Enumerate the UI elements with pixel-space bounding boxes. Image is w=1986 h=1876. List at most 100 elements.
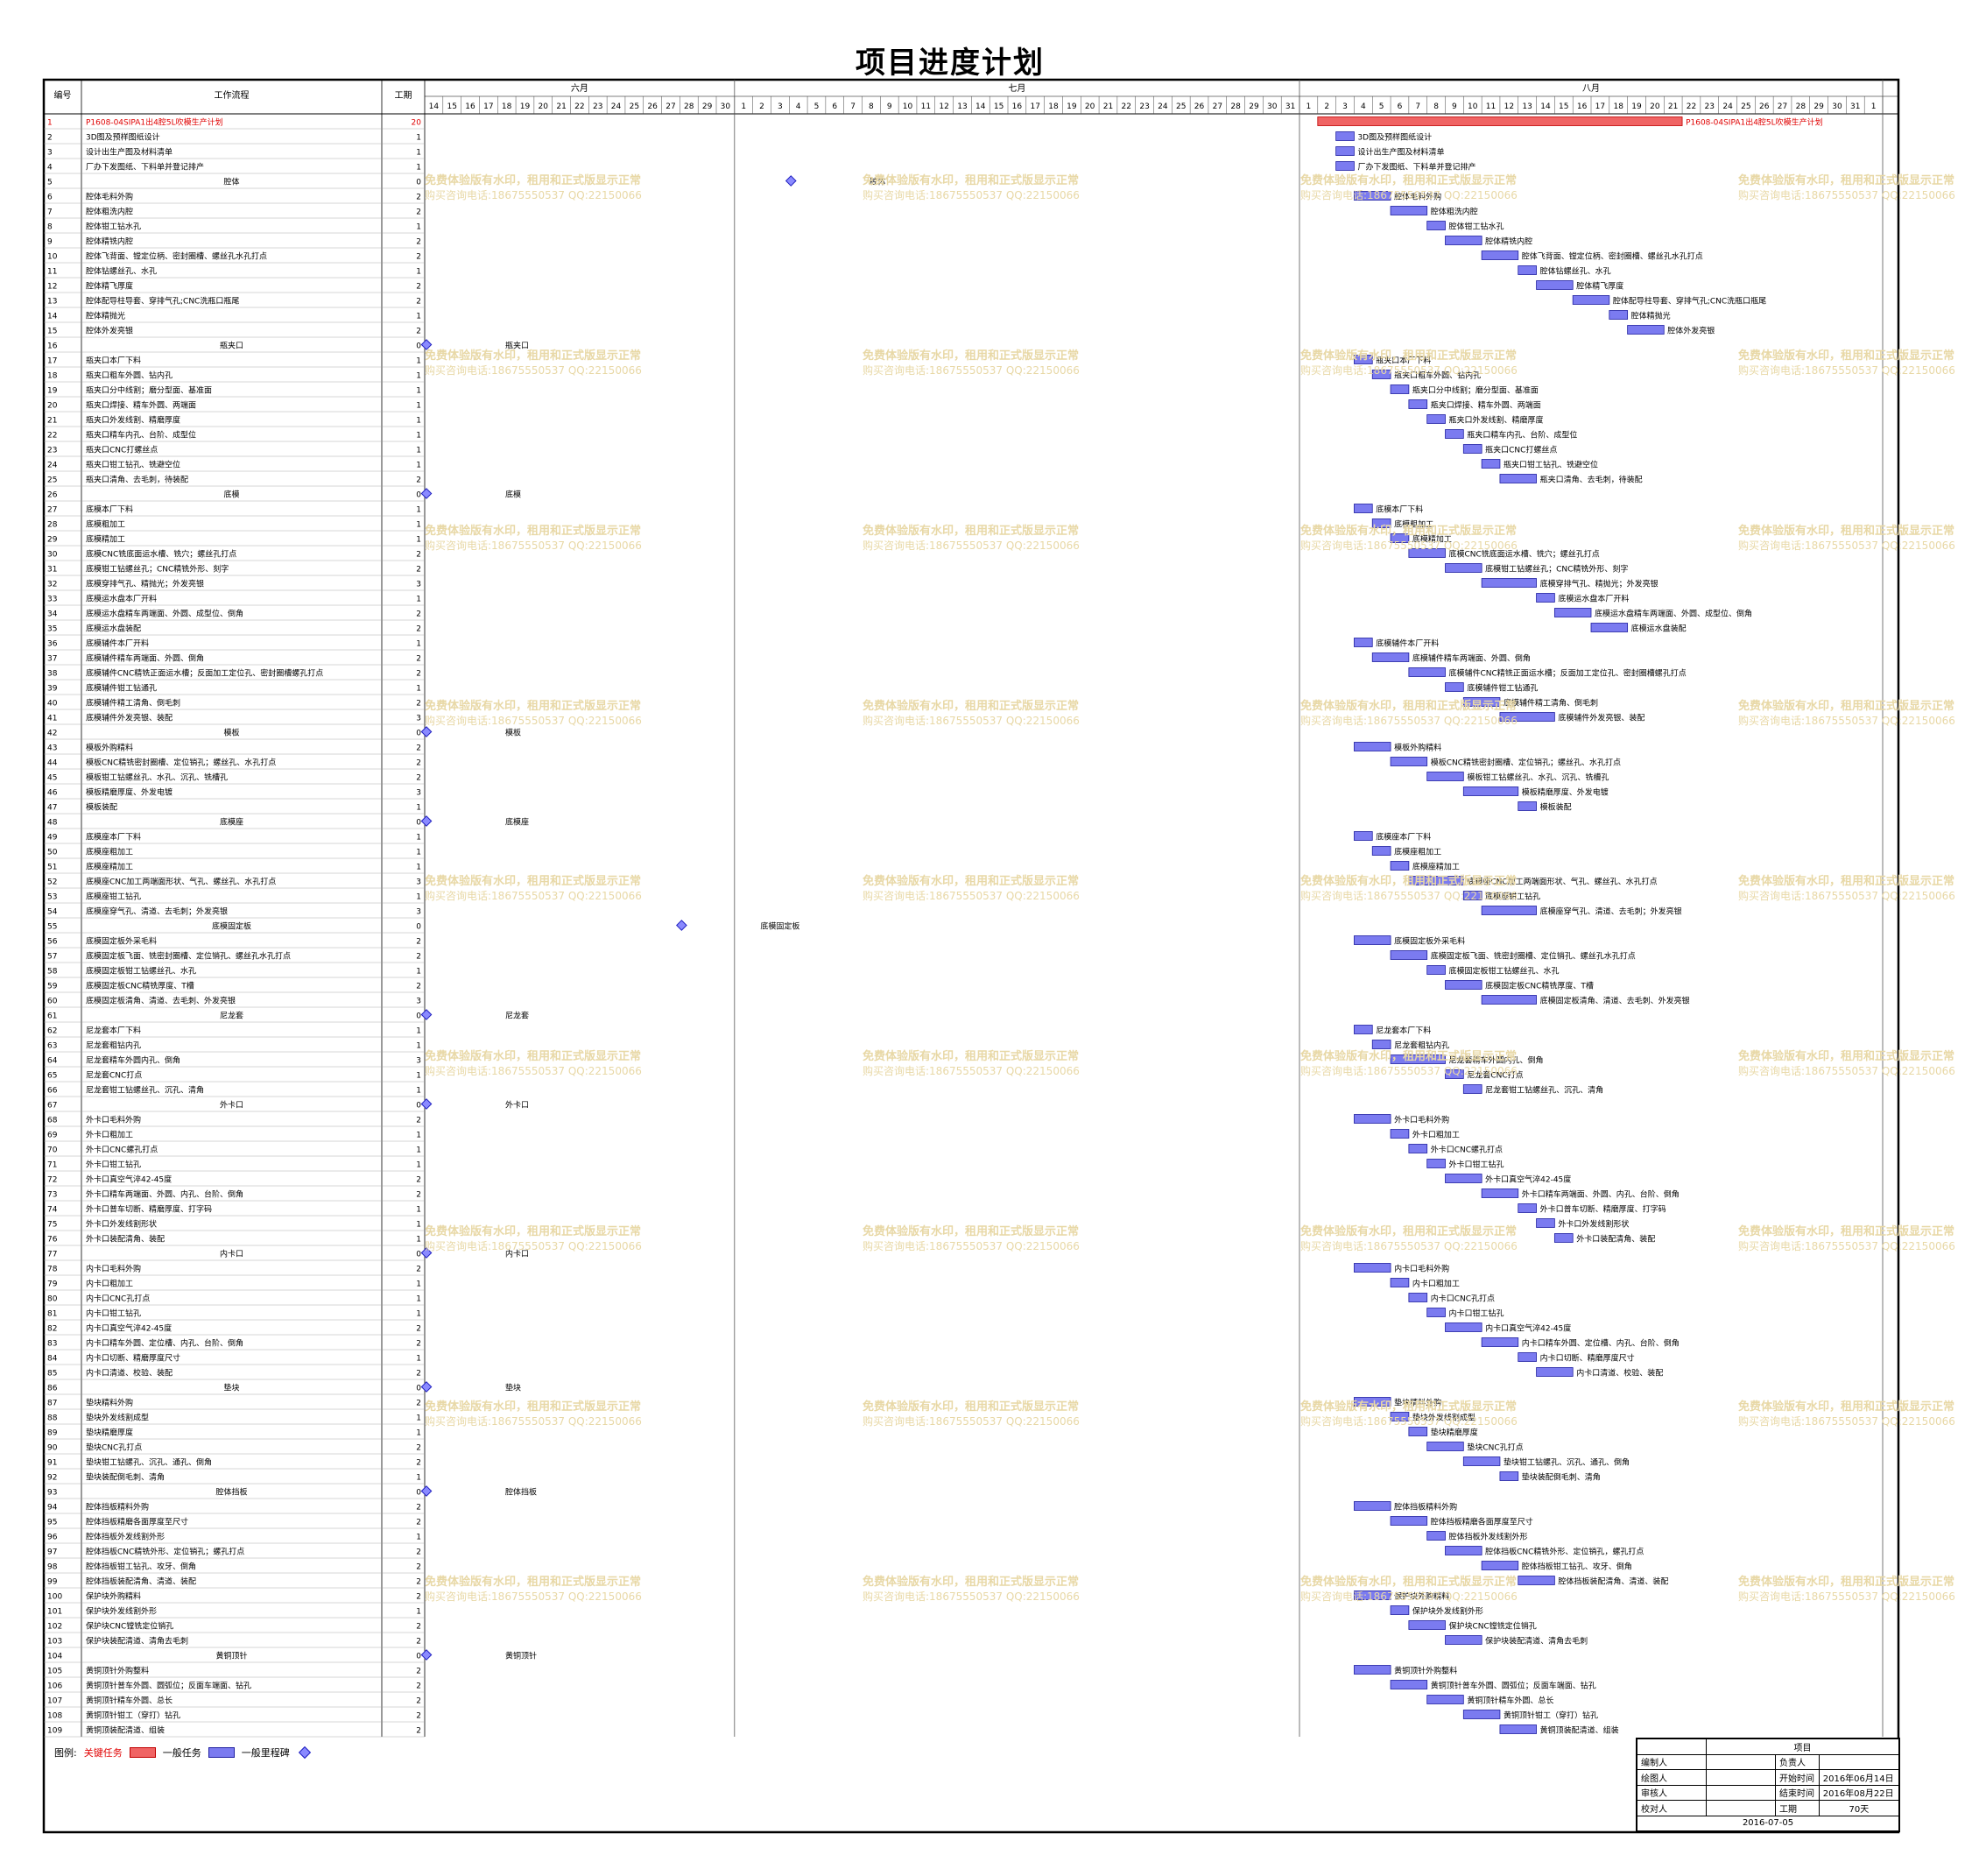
task-id: 47	[47, 804, 57, 813]
task-duration: 1	[416, 1087, 421, 1096]
task-duration: 1	[416, 685, 421, 694]
day-label: 4	[796, 102, 801, 111]
legend-critical-swatch	[129, 1747, 156, 1758]
task-id: 70	[47, 1146, 58, 1155]
task-bar	[1445, 1635, 1482, 1645]
task-id: 95	[47, 1519, 57, 1527]
milestone-label: 尼龙套	[505, 1011, 529, 1021]
task-bar	[1627, 325, 1665, 335]
task-id: 54	[47, 908, 58, 917]
task-bar	[1462, 444, 1482, 454]
task-duration: 1	[416, 313, 421, 321]
task-duration: 0	[416, 1012, 421, 1021]
task-bar-label: 保护块外发线割外形	[1412, 1606, 1483, 1617]
task-id: 92	[47, 1474, 57, 1483]
task-bar-label: 底模辅件精车两端面、外圆、倒角	[1412, 653, 1531, 664]
task-name: 瓶夹口本厂下料	[86, 356, 141, 366]
milestone-marker	[420, 815, 433, 827]
task-bar-label: 内卡口真空气淬42-45度	[1485, 1323, 1571, 1334]
task-duration: 1	[416, 1474, 421, 1483]
task-bar-label: 底模固定板CNC精铣厚度、T槽	[1485, 981, 1594, 991]
task-duration: 2	[416, 1578, 421, 1587]
task-duration: 0	[416, 1251, 421, 1259]
day-label: 6	[1398, 102, 1403, 111]
watermark-line: 购买咨询电话:18675550537 QQ:22150066	[863, 1239, 1080, 1252]
task-name: 腔体钻螺丝孔、水孔	[86, 266, 157, 277]
task-name: 厂办下发图纸、下料单并登记排产	[86, 162, 204, 173]
task-name: 底模座钳工钻孔	[86, 892, 141, 902]
milestone-label: 垫块	[505, 1383, 521, 1393]
task-id: 1	[47, 119, 53, 128]
legend: 图例: 关键任务 一般任务 一般里程碑	[54, 1746, 311, 1760]
task-id: 96	[47, 1534, 58, 1542]
day-label: 2	[759, 102, 764, 111]
task-duration: 1	[416, 402, 421, 411]
watermark-line: 购买咨询电话:18675550537 QQ:22150066	[425, 188, 642, 201]
watermark-line: 购买咨询电话:18675550537 QQ:22150066	[1300, 1414, 1518, 1428]
task-name: 垫块	[223, 1383, 239, 1393]
info-end-value: 2016年08月22日	[1818, 1784, 1900, 1801]
task-bar	[1390, 1516, 1428, 1526]
task-duration: 1	[416, 372, 421, 381]
task-bar-label: 内卡口精车外圆、定位槽、内孔、台阶、倒角	[1522, 1338, 1680, 1349]
task-name: 垫块钳工钻螺孔、沉孔、通孔、倒角	[86, 1457, 212, 1468]
task-id: 86	[47, 1385, 58, 1393]
task-name: 外卡口CNC螺孔打点	[86, 1145, 158, 1155]
task-bar	[1518, 801, 1537, 811]
task-bar	[1445, 429, 1464, 439]
milestone-marker	[785, 175, 797, 187]
task-name: 瓶夹口焊接、精车外圆、两端面	[86, 400, 196, 411]
task-bar	[1408, 667, 1446, 677]
day-label: 28	[1230, 102, 1241, 111]
task-duration: 1	[416, 640, 421, 649]
task-bar-label: 底模辅件本厂开料	[1376, 638, 1439, 649]
watermark-line: 购买咨询电话:18675550537 QQ:22150066	[1300, 188, 1518, 201]
watermark-line: 免费体验版有水印，租用和正式版显示正常	[1738, 874, 1954, 888]
task-duration: 1	[416, 417, 421, 426]
task-id: 20	[47, 402, 58, 411]
task-duration: 3	[416, 908, 421, 917]
task-id: 97	[47, 1548, 57, 1557]
task-duration: 1	[416, 521, 421, 530]
watermark-line: 购买咨询电话:18675550537 QQ:22150066	[1738, 714, 1955, 727]
task-bar	[1371, 846, 1391, 856]
task-id: 10	[47, 253, 58, 262]
watermark-line: 购买咨询电话:18675550537 QQ:22150066	[1738, 1064, 1955, 1077]
task-id: 41	[47, 715, 57, 723]
task-bar	[1354, 1114, 1391, 1124]
watermark-line: 购买咨询电话:18675550537 QQ:22150066	[863, 363, 1080, 377]
task-bar-label: 底模固定板清角、清道、去毛刺、外发亮银	[1540, 996, 1690, 1006]
task-bar-label: 瓶夹口分中线割；磨分型面、基准面	[1412, 385, 1539, 396]
day-label: 5	[814, 102, 820, 111]
task-duration: 3	[416, 715, 421, 723]
task-name: 外卡口钳工钻孔	[86, 1160, 141, 1170]
legend-normal-label: 一般任务	[162, 1747, 201, 1759]
watermark-line: 免费体验版有水印，租用和正式版显示正常	[863, 173, 1079, 187]
day-label: 12	[1504, 102, 1514, 111]
day-label: 11	[1486, 102, 1496, 111]
task-id: 64	[47, 1057, 58, 1066]
task-id: 74	[47, 1206, 58, 1215]
task-name: 瓶夹口分中线割；磨分型面、基准面	[86, 385, 212, 396]
task-name: 底模本厂下料	[86, 504, 133, 515]
task-duration: 2	[416, 1340, 421, 1349]
legend-milestone-diamond-icon	[298, 1746, 311, 1760]
task-bar	[1481, 578, 1537, 588]
task-id: 7	[47, 208, 53, 217]
task-bar	[1553, 608, 1592, 617]
task-duration: 1	[416, 536, 421, 545]
task-bar-label: 黄铜顶针外购整料	[1394, 1666, 1457, 1676]
task-name: 底模座精加工	[86, 862, 133, 872]
task-duration: 3	[416, 878, 421, 887]
task-bar-label: 尼龙套钳工钻螺丝孔、沉孔、清角	[1485, 1085, 1603, 1096]
task-name: 保护块外发线割外形	[86, 1606, 157, 1617]
watermark-line: 购买咨询电话:18675550537 QQ:22150066	[1300, 714, 1518, 727]
task-duration: 2	[416, 253, 421, 262]
task-name: 瓶夹口清角、去毛刺，待装配	[86, 475, 188, 485]
task-id: 78	[47, 1266, 58, 1274]
task-bar-label: 模板外购精料	[1394, 743, 1441, 753]
task-bar-label: 垫块精磨厚度	[1431, 1428, 1478, 1438]
day-label: 25	[1741, 102, 1750, 111]
task-name: 底模辅件CNC精铣正面运水槽；反面加工定位孔、密封圈槽螺孔打点	[86, 668, 323, 679]
task-name: 瓶夹口外发线割、精磨厚度	[86, 415, 180, 426]
